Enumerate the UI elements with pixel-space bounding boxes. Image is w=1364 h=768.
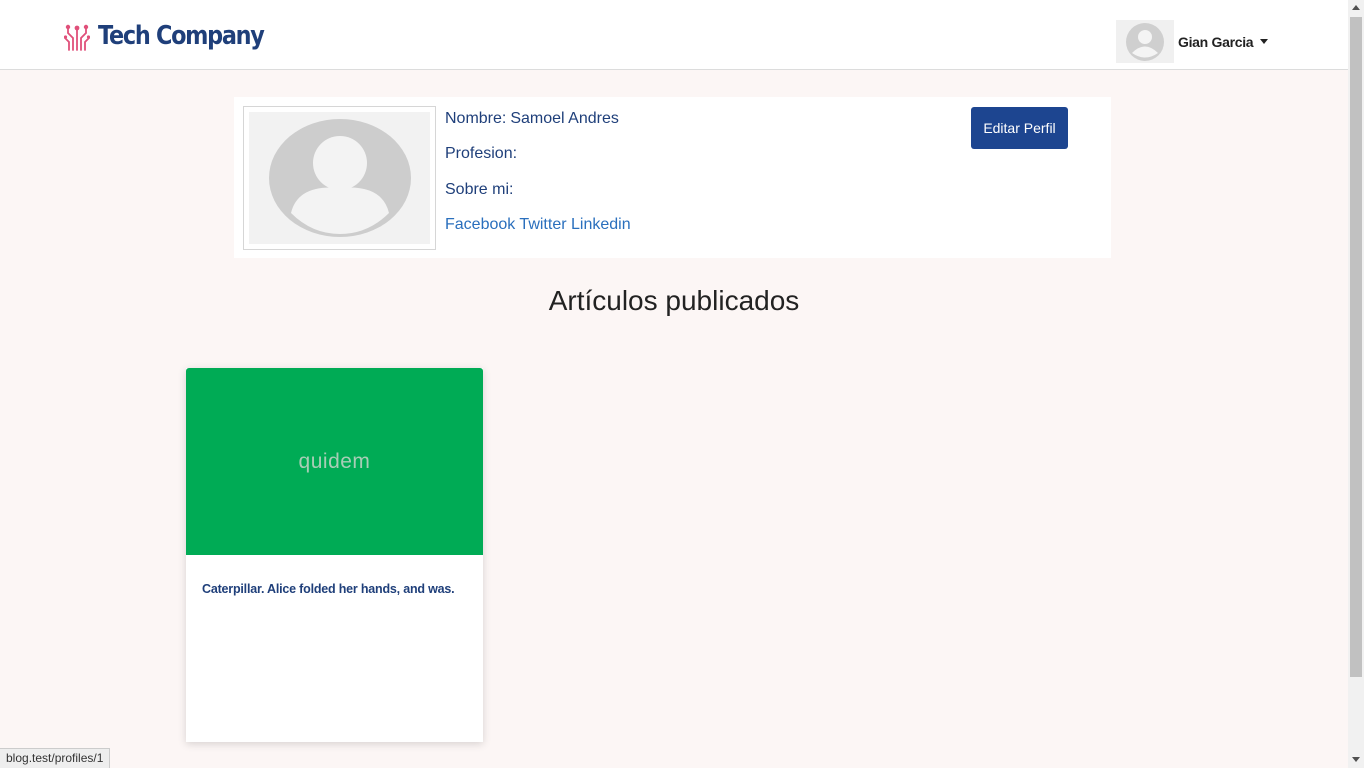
user-menu-toggle[interactable]: Gian Garcia xyxy=(1116,20,1269,63)
profile-photo xyxy=(243,106,436,250)
brand-name: Tech Company xyxy=(98,21,265,51)
linkedin-link[interactable]: Linkedin xyxy=(571,216,631,233)
profile-photo-placeholder xyxy=(249,112,430,244)
caret-down-icon xyxy=(1260,39,1269,44)
avatar xyxy=(1116,20,1174,63)
vertical-scrollbar[interactable] xyxy=(1348,0,1364,768)
user-placeholder-icon xyxy=(1126,22,1164,61)
article-excerpt[interactable]: Caterpillar. Alice folded her hands, and… xyxy=(202,582,455,596)
page-viewport: Tech Company Gian Garcia Nombre: Samoel … xyxy=(0,0,1348,768)
profile-profession-label: Profesion: xyxy=(445,145,518,162)
article-thumbnail: quidem xyxy=(186,368,483,555)
profile-name-label: Nombre: xyxy=(445,110,507,127)
scroll-down-icon[interactable] xyxy=(1352,757,1360,762)
twitter-link[interactable]: Twitter xyxy=(519,216,566,233)
profile-profession-row: Profesion: xyxy=(445,145,521,163)
article-card[interactable]: quidem Caterpillar. Alice folded her han… xyxy=(186,368,483,742)
scrollbar-thumb[interactable] xyxy=(1350,17,1362,677)
social-links: Facebook Twitter Linkedin xyxy=(445,216,631,234)
profile-card: Nombre: Samoel Andres Profesion: Sobre mi… xyxy=(234,97,1111,258)
navbar: Tech Company Gian Garcia xyxy=(0,0,1348,70)
user-placeholder-icon xyxy=(268,119,411,237)
articles-section-title: Artículos publicados xyxy=(548,285,800,316)
profile-name-row: Nombre: Samoel Andres xyxy=(445,110,619,128)
scroll-up-icon[interactable] xyxy=(1352,5,1360,10)
brand-link[interactable]: Tech Company xyxy=(64,20,291,52)
article-thumbnail-text: quidem xyxy=(298,449,371,473)
status-bar-url: blog.test/profiles/1 xyxy=(0,748,111,768)
user-name: Gian Garcia xyxy=(1178,33,1254,50)
facebook-link[interactable]: Facebook xyxy=(445,216,515,233)
profile-name-value: Samoel Andres xyxy=(510,110,619,127)
profile-about-label: Sobre mi: xyxy=(445,181,514,198)
profile-about-row: Sobre mi: xyxy=(445,181,517,199)
circuit-logo-icon xyxy=(64,24,90,51)
edit-profile-button[interactable]: Editar Perfil xyxy=(971,107,1068,149)
